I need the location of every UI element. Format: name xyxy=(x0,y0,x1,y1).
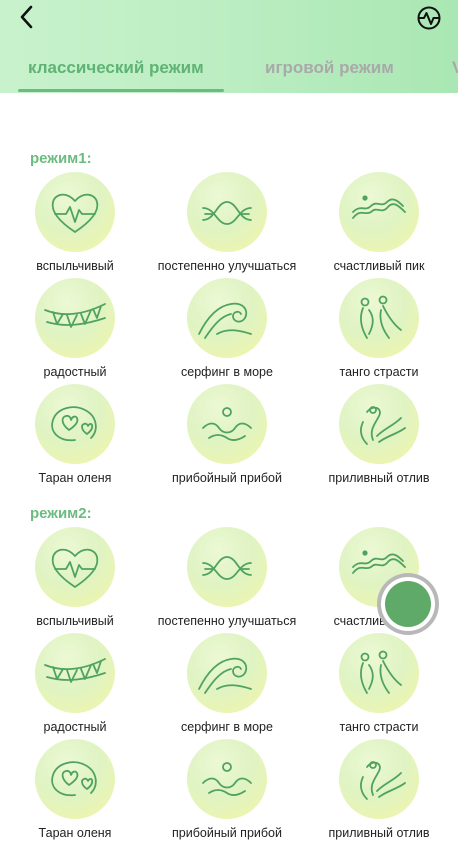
pattern-item[interactable]: вспыльчивый xyxy=(0,172,150,278)
top-bar: классический режим игровой режим V xyxy=(0,0,458,93)
active-tab-indicator xyxy=(18,89,224,92)
activity-pulse-icon xyxy=(417,6,441,30)
tab-game-mode[interactable]: игровой режим xyxy=(265,58,394,78)
pattern-item[interactable]: радостный xyxy=(0,278,150,384)
pattern-item[interactable]: радостный xyxy=(0,633,150,739)
pattern-item[interactable]: Таран оленя xyxy=(0,384,150,490)
pattern-item[interactable]: танго страсти xyxy=(304,278,454,384)
pattern-label: прибойный прибой xyxy=(172,826,282,840)
pattern-item[interactable]: постепенно улучшаться xyxy=(152,172,302,278)
pattern-label: танго страсти xyxy=(339,720,419,734)
heart-pulse-icon xyxy=(35,527,115,607)
pattern-item[interactable]: прибойный прибой xyxy=(152,384,302,490)
pattern-item[interactable]: серфинг в море xyxy=(152,278,302,384)
mode-tabs: классический режим игровой режим V xyxy=(0,54,458,93)
pattern-label: приливный отлив xyxy=(328,826,430,840)
crossing-waves-icon xyxy=(187,527,267,607)
heart-pulse-icon xyxy=(35,172,115,252)
ocean-wave-icon xyxy=(187,278,267,358)
pattern-label: радостный xyxy=(43,720,107,734)
pattern-label: вспыльчивый xyxy=(36,259,114,273)
pattern-item[interactable]: Таран оленя xyxy=(0,739,150,845)
swimmer-waves-icon xyxy=(187,384,267,464)
pattern-item[interactable]: прибойный прибой xyxy=(152,739,302,845)
tango-dancers-icon xyxy=(339,633,419,713)
pattern-label: серфинг в море xyxy=(181,720,273,734)
pattern-label: радостный xyxy=(43,365,107,379)
pattern-label: Таран оленя xyxy=(38,826,112,840)
pattern-label: приливный отлив xyxy=(328,471,430,485)
pattern-label: постепенно улучшаться xyxy=(157,614,297,628)
pattern-label: серфинг в море xyxy=(181,365,273,379)
pattern-item[interactable]: приливный отлив xyxy=(304,384,454,490)
tide-figure-icon xyxy=(339,384,419,464)
pattern-item[interactable]: вспыльчивый xyxy=(0,527,150,633)
section-title-mode1: режим1: xyxy=(30,150,92,167)
tab-third-mode[interactable]: V xyxy=(452,58,458,78)
tab-classic-mode[interactable]: классический режим xyxy=(28,58,204,78)
section-title-mode2: режим2: xyxy=(30,505,92,522)
pattern-label: прибойный прибой xyxy=(172,471,282,485)
pattern-label: Таран оленя xyxy=(38,471,112,485)
tango-dancers-icon xyxy=(339,278,419,358)
swimmer-waves-icon xyxy=(187,739,267,819)
activity-button[interactable] xyxy=(416,5,442,31)
record-dot-icon xyxy=(385,581,431,627)
ocean-wave-icon xyxy=(187,633,267,713)
back-button[interactable] xyxy=(14,4,40,30)
pattern-item[interactable]: танго страсти xyxy=(304,633,454,739)
pattern-label: вспыльчивый xyxy=(36,614,114,628)
hearts-swirl-icon xyxy=(35,384,115,464)
pattern-label: танго страсти xyxy=(339,365,419,379)
tide-figure-icon xyxy=(339,739,419,819)
pattern-item[interactable]: серфинг в море xyxy=(152,633,302,739)
bunting-flags-icon xyxy=(35,633,115,713)
chevron-left-icon xyxy=(20,5,33,29)
pattern-item[interactable]: постепенно улучшаться xyxy=(152,527,302,633)
bunting-flags-icon xyxy=(35,278,115,358)
surfer-wave-icon xyxy=(339,172,419,252)
pattern-item[interactable]: приливный отлив xyxy=(304,739,454,845)
pattern-label: счастливый пик xyxy=(333,259,425,273)
hearts-swirl-icon xyxy=(35,739,115,819)
floating-record-button[interactable] xyxy=(377,573,439,635)
crossing-waves-icon xyxy=(187,172,267,252)
pattern-label: постепенно улучшаться xyxy=(157,259,297,273)
pattern-item[interactable]: счастливый пик xyxy=(304,172,454,278)
